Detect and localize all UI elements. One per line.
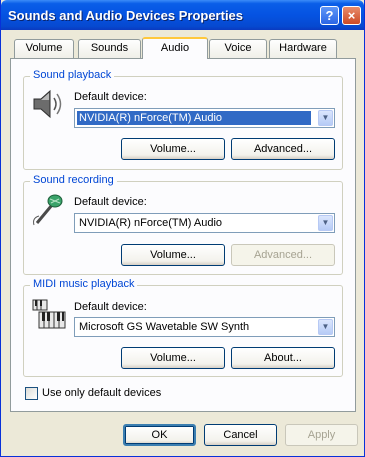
ok-button[interactable]: OK (123, 424, 196, 446)
playback-default-device-label: Default device: (74, 91, 147, 103)
tab-voice[interactable]: Voice (209, 39, 267, 58)
chevron-down-icon[interactable]: ▼ (318, 110, 333, 126)
cancel-button[interactable]: Cancel (204, 424, 277, 446)
playback-volume-button[interactable]: Volume... (121, 138, 225, 160)
chevron-down-icon[interactable]: ▼ (318, 215, 333, 231)
midi-device-value: Microsoft GS Wavetable SW Synth (79, 321, 250, 333)
playback-advanced-button[interactable]: Advanced... (231, 138, 335, 160)
title-bar[interactable]: Sounds and Audio Devices Properties ? × (1, 0, 364, 30)
sound-playback-label: Sound playback (30, 69, 115, 81)
default-devices-label[interactable]: Use only default devices (42, 387, 161, 399)
playback-device-select[interactable]: NVIDIA(R) nForce(TM) Audio ▼ (74, 108, 335, 128)
default-devices-checkbox[interactable] (25, 387, 38, 400)
tab-audio[interactable]: Audio (142, 37, 208, 59)
chevron-down-icon[interactable]: ▼ (318, 319, 333, 335)
dialog-window: Sounds and Audio Devices Properties ? × … (0, 0, 365, 457)
speaker-icon (33, 89, 62, 119)
recording-default-device-label: Default device: (74, 196, 147, 208)
midi-keyboard-icon (32, 299, 66, 329)
playback-device-value: NVIDIA(R) nForce(TM) Audio (77, 111, 311, 125)
window-title: Sounds and Audio Devices Properties (8, 8, 244, 23)
recording-advanced-button: Advanced... (231, 244, 335, 266)
tab-hardware[interactable]: Hardware (269, 39, 337, 58)
midi-playback-label: MIDI music playback (30, 278, 138, 290)
close-button[interactable]: × (342, 6, 361, 25)
recording-device-select[interactable]: NVIDIA(R) nForce(TM) Audio ▼ (74, 213, 335, 233)
midi-device-select[interactable]: Microsoft GS Wavetable SW Synth ▼ (74, 317, 335, 337)
midi-about-button[interactable]: About... (231, 347, 335, 369)
sound-recording-label: Sound recording (30, 174, 117, 186)
tab-volume[interactable]: Volume (14, 39, 74, 58)
tab-sounds[interactable]: Sounds (78, 39, 141, 58)
microphone-icon (33, 194, 63, 226)
midi-default-device-label: Default device: (74, 301, 147, 313)
midi-volume-button[interactable]: Volume... (121, 347, 225, 369)
recording-volume-button[interactable]: Volume... (121, 244, 225, 266)
help-button[interactable]: ? (320, 6, 339, 25)
recording-device-value: NVIDIA(R) nForce(TM) Audio (79, 217, 223, 229)
apply-button: Apply (285, 424, 358, 446)
